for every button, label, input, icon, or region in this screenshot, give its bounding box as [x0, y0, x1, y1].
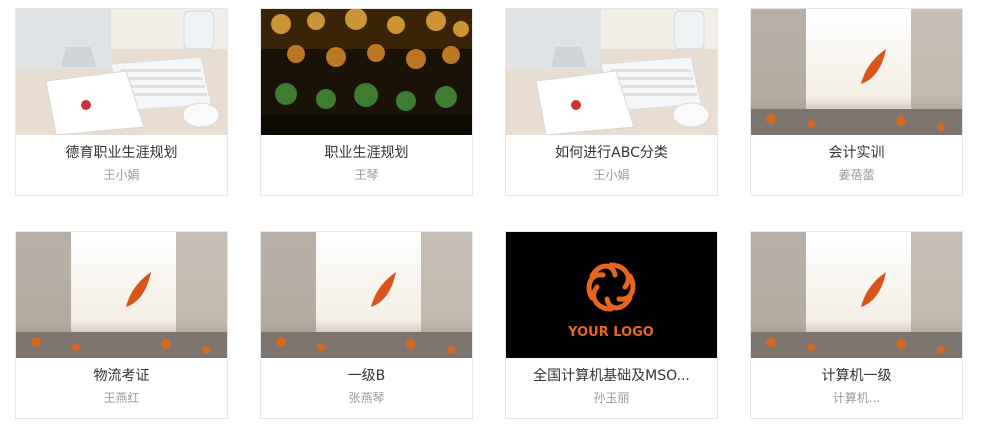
course-title[interactable]: 物流考证 [22, 365, 221, 385]
course-title[interactable]: 德育职业生涯规划 [22, 142, 221, 162]
course-title[interactable]: 计算机一级 [757, 365, 956, 385]
course-card[interactable]: 物流考证 王燕红 [15, 231, 228, 419]
course-card[interactable]: 如何进行ABC分类 王小娟 [505, 8, 718, 196]
course-title[interactable]: 如何进行ABC分类 [512, 142, 711, 162]
course-card[interactable]: 会计实训 姜蓓蕾 [750, 8, 963, 196]
course-card[interactable]: YOUR LOGO 全国计算机基础及MSO... 孙玉丽 [505, 231, 718, 419]
autumn-leaf-photo-image [261, 232, 472, 358]
course-author: 王小娟 [103, 168, 140, 182]
course-thumbnail[interactable] [506, 9, 717, 135]
autumn-leaf-photo-image [751, 232, 962, 358]
course-author: 王燕红 [103, 391, 140, 405]
course-card[interactable]: 职业生涯规划 王琴 [260, 8, 473, 196]
course-author: 王琴 [354, 168, 379, 182]
course-thumbnail[interactable] [751, 232, 962, 358]
course-title[interactable]: 一级B [267, 365, 466, 385]
course-grid: 德育职业生涯规划 王小娟 职业生涯规划 王琴 如何进行ABC分类 王小娟 会计实… [0, 0, 1001, 428]
course-thumbnail[interactable]: YOUR LOGO [506, 232, 717, 358]
course-thumbnail[interactable] [16, 9, 227, 135]
course-thumbnail[interactable] [751, 9, 962, 135]
course-thumbnail[interactable] [261, 232, 472, 358]
course-author: 王小娟 [593, 168, 630, 182]
autumn-leaf-photo-image [751, 9, 962, 135]
autumn-leaf-photo-image [16, 232, 227, 358]
course-thumbnail[interactable] [16, 232, 227, 358]
your-logo-placeholder-image: YOUR LOGO [506, 232, 717, 358]
course-card[interactable]: 计算机一级 计算机... [750, 231, 963, 419]
course-card[interactable]: 德育职业生涯规划 王小娟 [15, 8, 228, 196]
course-title[interactable]: 会计实训 [757, 142, 956, 162]
course-author: 姜蓓蕾 [838, 168, 875, 182]
course-title[interactable]: 职业生涯规划 [267, 142, 466, 162]
course-author: 孙玉丽 [593, 391, 630, 405]
course-thumbnail[interactable] [261, 9, 472, 135]
course-author: 张燕琴 [348, 391, 385, 405]
logo-text: YOUR LOGO [567, 325, 654, 340]
course-title[interactable]: 全国计算机基础及MSO... [512, 365, 711, 385]
bokeh-bottles-photo-image [261, 9, 472, 135]
course-author: 计算机... [832, 391, 881, 405]
desk-keyboard-photo-image [16, 9, 227, 135]
course-card[interactable]: 一级B 张燕琴 [260, 231, 473, 419]
desk-keyboard-photo-image [506, 9, 717, 135]
